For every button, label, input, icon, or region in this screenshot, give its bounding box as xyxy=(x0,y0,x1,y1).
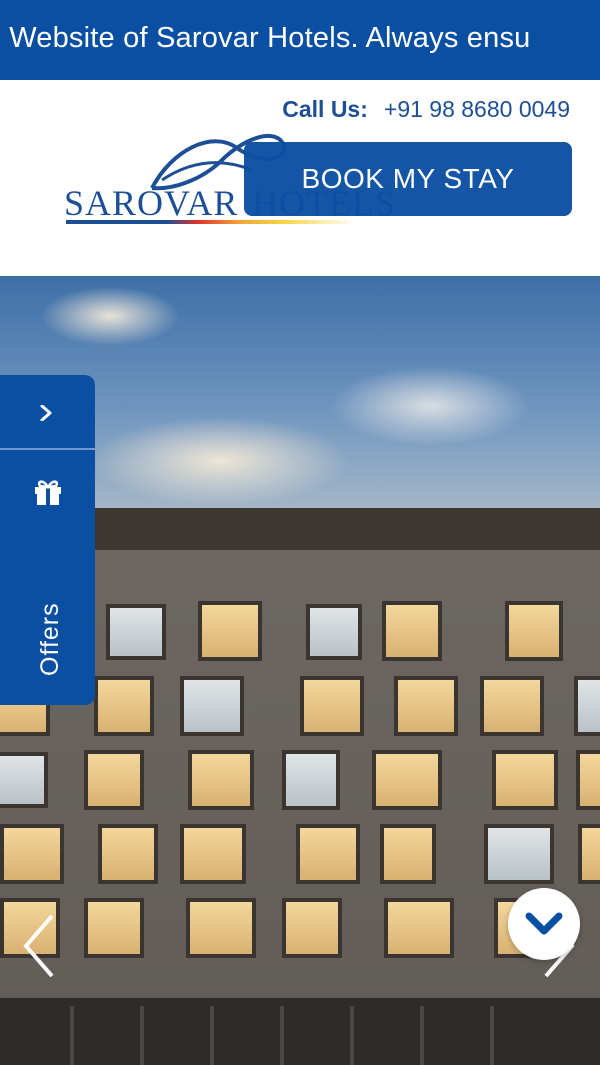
chevron-left-icon[interactable] xyxy=(18,910,58,980)
side-panel-divider xyxy=(0,448,95,450)
hero-cloud xyxy=(90,416,350,506)
building-window xyxy=(94,676,154,736)
building-window xyxy=(394,676,458,736)
scroll-down-button[interactable] xyxy=(508,888,580,960)
logo-rainbow-bar xyxy=(66,220,356,224)
phone-link[interactable]: +91 98 8680 0049 xyxy=(384,96,570,122)
logo-text-left: SAROVAR xyxy=(64,183,239,223)
building-window xyxy=(574,676,600,736)
building-window xyxy=(282,750,340,810)
building-window xyxy=(106,604,166,660)
building-lobby xyxy=(0,998,600,1065)
building-window xyxy=(180,676,244,736)
book-my-stay-button[interactable]: BOOK MY STAY xyxy=(244,142,572,216)
building-window xyxy=(505,601,563,661)
gift-icon xyxy=(35,480,61,505)
building-window xyxy=(0,824,64,884)
hero-cloud xyxy=(330,366,530,446)
lobby-column xyxy=(490,1006,494,1065)
building-window xyxy=(186,898,256,958)
building-window xyxy=(84,898,144,958)
building-window xyxy=(188,750,254,810)
building-window xyxy=(578,824,600,884)
offers-label[interactable]: Offers xyxy=(36,602,65,676)
lobby-column xyxy=(420,1006,424,1065)
building-window xyxy=(84,750,144,810)
building-window xyxy=(492,750,558,810)
chevron-right-icon[interactable] xyxy=(38,405,54,421)
building-window xyxy=(300,676,364,736)
lobby-column xyxy=(350,1006,354,1065)
building-window xyxy=(384,898,454,958)
lobby-column xyxy=(210,1006,214,1065)
lobby-column xyxy=(70,1006,74,1065)
announcement-ticker: al Website of Sarovar Hotels. Always ens… xyxy=(0,0,600,80)
lobby-column xyxy=(280,1006,284,1065)
building-window xyxy=(480,676,544,736)
lobby-column xyxy=(140,1006,144,1065)
building-window xyxy=(180,824,246,884)
ticker-text: al Website of Sarovar Hotels. Always ens… xyxy=(0,22,531,54)
building-window xyxy=(576,750,600,810)
building-window xyxy=(306,604,362,660)
building-window xyxy=(380,824,436,884)
building-window xyxy=(198,601,262,661)
building-window xyxy=(282,898,342,958)
building-window xyxy=(382,601,442,661)
hero-cloud xyxy=(40,286,180,346)
call-label: Call Us: xyxy=(282,96,368,122)
chevron-down-icon xyxy=(525,912,563,935)
building-window xyxy=(484,824,554,884)
building-window xyxy=(372,750,442,810)
building-window xyxy=(296,824,360,884)
building-window xyxy=(0,752,48,808)
call-us: Call Us: +91 98 8680 0049 xyxy=(282,96,570,123)
building-window xyxy=(98,824,158,884)
